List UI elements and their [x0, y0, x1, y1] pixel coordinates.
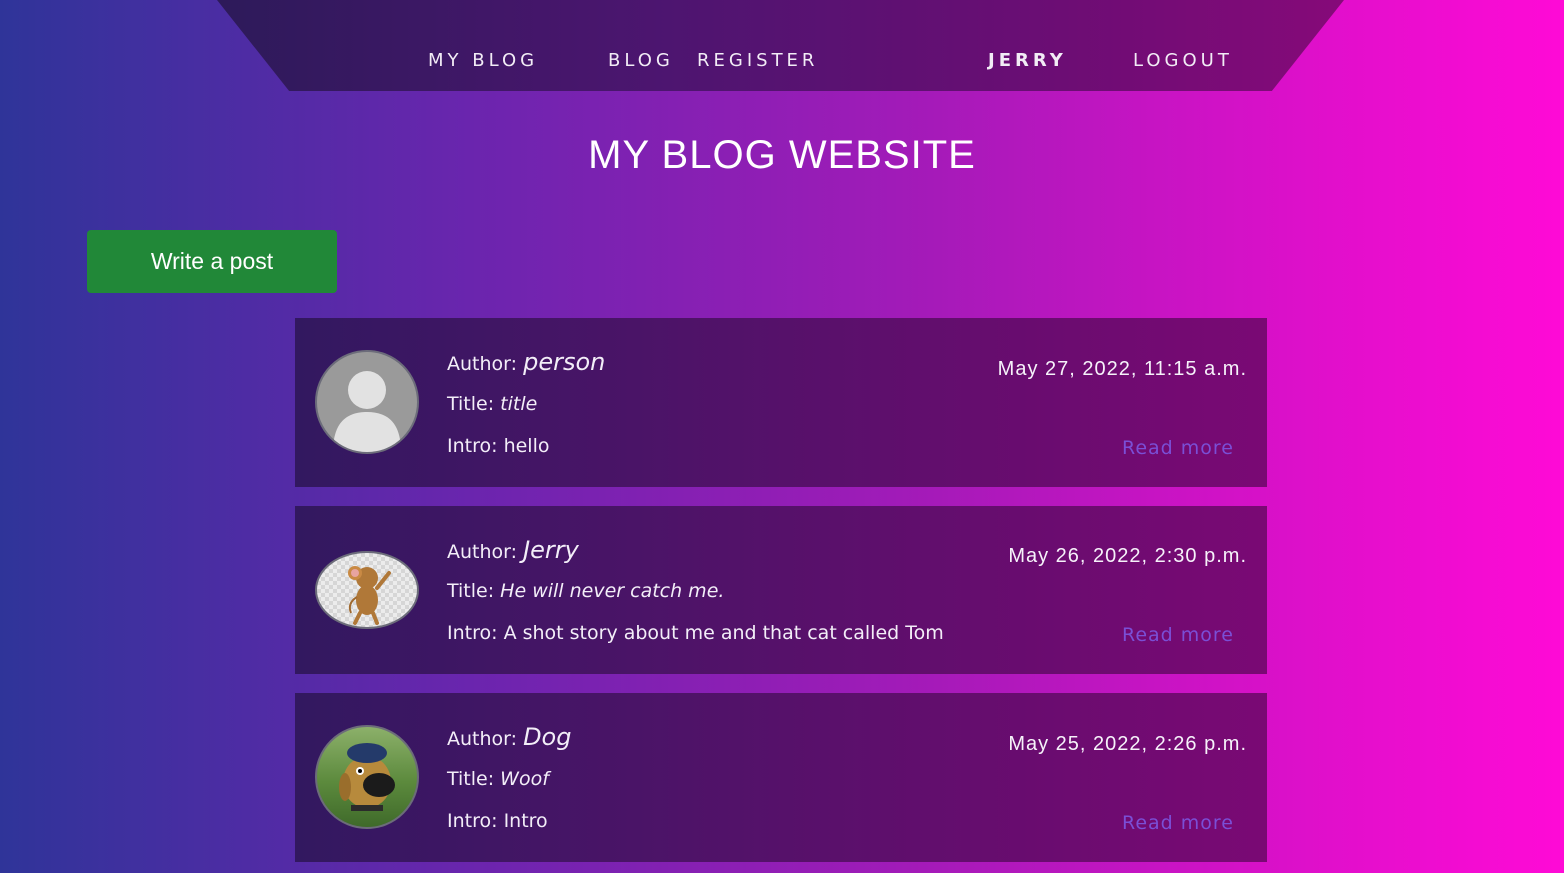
- read-more-link[interactable]: Read more: [1122, 437, 1234, 459]
- page-title: MY BLOG WEBSITE: [588, 133, 976, 177]
- post-author: Author: Dog: [447, 723, 571, 751]
- intro-value: A shot story about me and that cat calle…: [503, 622, 944, 644]
- post-date: May 25, 2022, 2:26 p.m.: [1008, 733, 1247, 755]
- nav-my-blog-link[interactable]: MY BLOG: [428, 50, 538, 71]
- nav-user-link[interactable]: JERRY: [988, 50, 1067, 71]
- post-intro: Intro: A shot story about me and that ca…: [447, 622, 944, 644]
- post-title: Title: Woof: [447, 768, 549, 790]
- intro-value: hello: [503, 435, 550, 457]
- title-label: Title:: [447, 393, 501, 415]
- person-silhouette-icon: [333, 371, 401, 452]
- nav-register-link[interactable]: REGISTER: [697, 50, 818, 71]
- write-post-button[interactable]: Write a post: [87, 230, 337, 293]
- title-value: He will never catch me.: [500, 580, 725, 602]
- title-value: Woof: [500, 768, 549, 790]
- title-label: Title:: [447, 580, 501, 602]
- title-value: title: [500, 393, 538, 415]
- read-more-link[interactable]: Read more: [1122, 624, 1234, 646]
- post-intro: Intro: hello: [447, 435, 549, 457]
- post-author: Author: Jerry: [447, 536, 579, 564]
- title-label: Title:: [447, 768, 501, 790]
- post-date: May 27, 2022, 11:15 a.m.: [997, 358, 1247, 380]
- read-more-link[interactable]: Read more: [1122, 812, 1234, 834]
- dog-cartoon-icon: [339, 743, 395, 811]
- author-name: Dog: [523, 723, 572, 751]
- post-intro: Intro: Intro: [447, 810, 548, 832]
- nav-bar-background: [217, 0, 1344, 91]
- post-card: Author: person Title: title Intro: hello…: [295, 318, 1267, 487]
- nav-blog-link[interactable]: BLOG: [608, 50, 674, 71]
- intro-label: Intro:: [447, 435, 504, 457]
- intro-label: Intro:: [447, 622, 504, 644]
- jerry-mouse-avatar: [315, 551, 419, 629]
- nav-logout-link[interactable]: LOGOUT: [1133, 50, 1233, 71]
- post-author: Author: person: [447, 348, 605, 376]
- default-person-avatar: [315, 350, 419, 454]
- post-card: Author: Dog Title: Woof Intro: Intro May…: [295, 693, 1267, 862]
- intro-value: Intro: [503, 810, 548, 832]
- dog-avatar: [315, 725, 419, 829]
- author-label: Author:: [447, 728, 524, 750]
- post-date: May 26, 2022, 2:30 p.m.: [1008, 545, 1247, 567]
- author-name: Jerry: [523, 536, 579, 564]
- post-card: Author: Jerry Title: He will never catch…: [295, 506, 1267, 674]
- author-label: Author:: [447, 353, 524, 375]
- post-title: Title: title: [447, 393, 537, 415]
- author-label: Author:: [447, 541, 524, 563]
- author-name: person: [523, 348, 606, 376]
- mouse-cartoon-icon: [348, 566, 391, 625]
- post-title: Title: He will never catch me.: [447, 580, 724, 602]
- intro-label: Intro:: [447, 810, 504, 832]
